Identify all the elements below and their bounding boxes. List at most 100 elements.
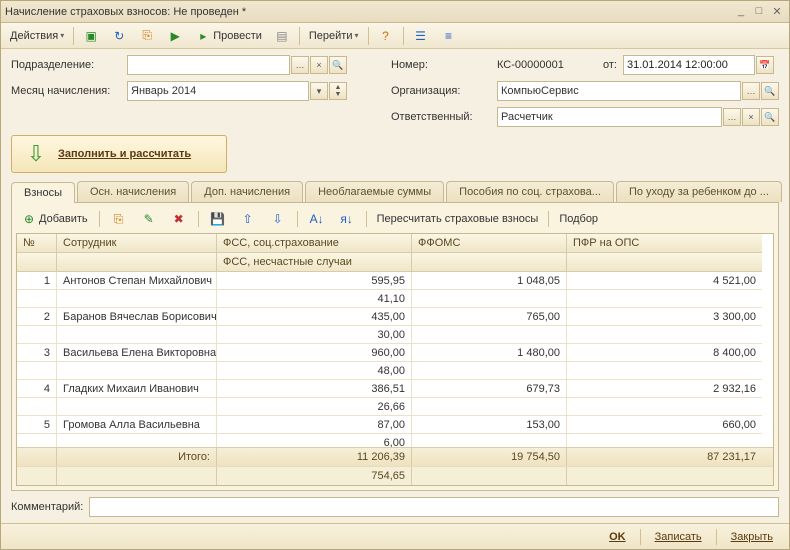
col-ffoms[interactable]: ФФОМС xyxy=(412,234,567,253)
separator xyxy=(640,529,641,545)
cell-ffoms: 1 480,00 xyxy=(412,344,567,362)
dept-search-button[interactable]: 🔍 xyxy=(329,56,347,74)
copy-row-button[interactable]: ⎘ xyxy=(106,209,132,229)
table-row-sub[interactable]: 6,00 xyxy=(17,434,773,447)
date-input[interactable]: 31.01.2014 12:00:00 xyxy=(623,55,755,75)
table-row[interactable]: 3Васильева Елена Викторовна960,001 480,0… xyxy=(17,344,773,362)
delete-row-button[interactable]: ✖ xyxy=(166,209,192,229)
org-select-button[interactable]: … xyxy=(742,82,760,100)
separator xyxy=(716,529,717,545)
cell-number: 5 xyxy=(17,416,57,434)
tab-contributions[interactable]: Взносы xyxy=(11,182,75,203)
new-document-button[interactable]: ▣ xyxy=(78,26,104,46)
tab-label: Осн. начисления xyxy=(90,186,176,198)
footer-empty xyxy=(412,467,567,485)
settings-button[interactable]: ≡ xyxy=(436,26,462,46)
table-row-sub[interactable]: 48,00 xyxy=(17,362,773,380)
post-document-button[interactable]: ▶ xyxy=(162,26,188,46)
ok-button[interactable]: OK xyxy=(601,529,634,545)
grid-body[interactable]: 1Антонов Степан Михайлович595,951 048,05… xyxy=(17,272,773,447)
cell-empty xyxy=(57,362,217,380)
table-row[interactable]: 5Громова Алла Васильевна87,00153,00660,0… xyxy=(17,416,773,434)
date-picker-button[interactable]: 📅 xyxy=(756,56,774,74)
fill-and-calculate-button[interactable]: ⇩ Заполнить и рассчитать xyxy=(11,135,227,173)
dept-clear-button[interactable]: × xyxy=(310,56,328,74)
save-button[interactable]: Записать xyxy=(647,529,710,545)
help-button[interactable]: ? xyxy=(373,26,399,46)
sort-asc-button[interactable]: A↓ xyxy=(304,209,330,229)
copy-icon: ⎘ xyxy=(139,28,155,44)
dept-select-button[interactable]: … xyxy=(291,56,309,74)
tab-nontaxable[interactable]: Необлагаемые суммы xyxy=(305,181,444,202)
recalc-link[interactable]: Пересчитать страховые взносы xyxy=(373,213,543,225)
month-input[interactable]: Январь 2014 xyxy=(127,81,309,101)
minimize-button[interactable]: _ xyxy=(733,5,749,19)
grid-footer2: 754,65 xyxy=(17,466,773,485)
add-row-button[interactable]: ⊕ Добавить xyxy=(16,209,93,229)
list-button[interactable]: ☰ xyxy=(408,26,434,46)
arrow-up-icon: ⇧ xyxy=(240,211,256,227)
footer-empty xyxy=(567,467,762,485)
resp-search-button[interactable]: 🔍 xyxy=(761,108,779,126)
cell-pfr: 3 300,00 xyxy=(567,308,762,326)
table-row-sub[interactable]: 30,00 xyxy=(17,326,773,344)
post-label: Провести xyxy=(213,30,262,42)
col-empty xyxy=(17,253,57,272)
maximize-button[interactable]: □ xyxy=(751,5,767,19)
copy-button[interactable]: ⎘ xyxy=(134,26,160,46)
month-spin-button[interactable]: ▲▼ xyxy=(329,82,347,100)
close-form-button[interactable]: Закрыть xyxy=(723,529,781,545)
cell-fss2: 30,00 xyxy=(217,326,412,344)
resp-label: Ответственный: xyxy=(391,111,491,123)
dept-input[interactable] xyxy=(127,55,290,75)
table-row[interactable]: 4Гладких Михаил Иванович386,51679,732 93… xyxy=(17,380,773,398)
comment-input[interactable] xyxy=(89,497,779,517)
table-row-sub[interactable]: 26,66 xyxy=(17,398,773,416)
help-icon: ? xyxy=(378,28,394,44)
edit-row-button[interactable]: ✎ xyxy=(136,209,162,229)
grid-head: № Сотрудник ФСС, соц.страхование ФФОМС П… xyxy=(17,234,773,272)
cell-pfr: 660,00 xyxy=(567,416,762,434)
col-fss-social[interactable]: ФСС, соц.страхование xyxy=(217,234,412,253)
fill-calculate-icon: ⇩ xyxy=(22,140,50,168)
org-input[interactable]: КомпьюСервис xyxy=(497,81,741,101)
separator xyxy=(368,27,369,45)
structure-icon: ▤ xyxy=(274,28,290,44)
separator xyxy=(297,211,298,227)
table-row[interactable]: 1Антонов Степан Михайлович595,951 048,05… xyxy=(17,272,773,290)
sort-desc-button[interactable]: я↓ xyxy=(334,209,360,229)
org-search-button[interactable]: 🔍 xyxy=(761,82,779,100)
table-row-sub[interactable]: 41,10 xyxy=(17,290,773,308)
col-pfr[interactable]: ПФР на ОПС xyxy=(567,234,762,253)
tab-additional-accruals[interactable]: Доп. начисления xyxy=(191,181,303,202)
structure-button[interactable]: ▤ xyxy=(269,26,295,46)
move-up-button[interactable]: ⇧ xyxy=(235,209,261,229)
cell-empty xyxy=(567,434,762,447)
copy-icon: ⎘ xyxy=(111,211,127,227)
add-label: Добавить xyxy=(39,213,88,225)
tab-main-accruals[interactable]: Осн. начисления xyxy=(77,181,189,202)
resp-input[interactable]: Расчетчик xyxy=(497,107,722,127)
refresh-button[interactable]: ↻ xyxy=(106,26,132,46)
resp-clear-button[interactable]: × xyxy=(742,108,760,126)
actions-menu[interactable]: Действия ▾ xyxy=(5,26,69,46)
tab-benefits[interactable]: Пособия по соц. страхова... xyxy=(446,181,614,202)
close-button[interactable]: ✕ xyxy=(769,5,785,19)
col-employee[interactable]: Сотрудник xyxy=(57,234,217,253)
cell-fss2: 48,00 xyxy=(217,362,412,380)
table-row[interactable]: 2Баранов Вячеслав Борисович435,00765,003… xyxy=(17,308,773,326)
col-number[interactable]: № xyxy=(17,234,57,253)
goto-menu[interactable]: Перейти ▾ xyxy=(304,26,364,46)
resp-select-button[interactable]: … xyxy=(723,108,741,126)
tab-childcare[interactable]: По уходу за ребенком до ... xyxy=(616,181,782,202)
move-down-button[interactable]: ⇩ xyxy=(265,209,291,229)
post-button[interactable]: ▸ Провести xyxy=(190,26,267,46)
cell-fss1: 435,00 xyxy=(217,308,412,326)
col-fss-accidents[interactable]: ФСС, несчастные случаи xyxy=(217,253,412,272)
cell-employee: Баранов Вячеслав Борисович xyxy=(57,308,217,326)
dept-label: Подразделение: xyxy=(11,59,121,71)
save-grid-button[interactable]: 💾 xyxy=(205,209,231,229)
select-link[interactable]: Подбор xyxy=(555,213,602,225)
separator xyxy=(99,211,100,227)
month-dropdown-button[interactable]: ▾ xyxy=(310,82,328,100)
